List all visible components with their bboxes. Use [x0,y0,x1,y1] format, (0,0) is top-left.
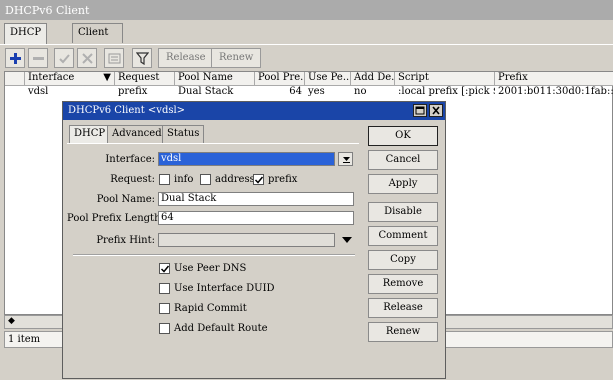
column-header-request[interactable]: Request [115,72,175,85]
cross-icon [82,53,93,64]
maximize-icon [415,106,425,115]
minus-icon [33,57,44,60]
cell-request: prefix [118,86,148,97]
cell-script: :local prefix [:pick $... [398,86,495,97]
add-default-route-checkbox[interactable] [159,323,170,334]
renew-button[interactable]: Renew [368,322,438,342]
dropdown-icon: ▼ [103,72,111,83]
rapid-commit-checkbox[interactable] [159,303,170,314]
request-label: Request: [110,174,155,185]
cell-use-peer: yes [308,86,325,97]
column-header-pool-name[interactable]: Pool Name [175,72,255,85]
apply-button[interactable]: Apply [368,174,438,194]
interface-label: Interface: [105,154,155,165]
table-row[interactable]: vdsl prefix Dual Stack 64 yes no :local … [5,86,613,99]
remove-button[interactable]: Remove [368,274,438,294]
item-count: 1 item [8,334,41,345]
toolbar: Release Renew [0,44,613,72]
dialog-tab-dhcp[interactable]: DHCP [69,125,111,144]
disable-button[interactable]: Disable [368,202,438,222]
add-button[interactable] [5,48,25,68]
close-icon [432,106,440,115]
cell-interface: vdsl [28,86,49,97]
dialog-tab-status[interactable]: Status [162,125,205,143]
release-button[interactable]: Release [368,298,438,318]
interface-dropdown-button[interactable] [338,152,353,166]
close-button[interactable] [429,104,443,117]
table-header: Interface ▼ Request Pool Name Pool Pre..… [5,72,613,86]
dhcpv6-client-dialog: DHCPv6 Client <vdsl> DHCP Advanced Statu… [62,101,446,379]
filter-button[interactable] [132,48,152,68]
expand-arrow-icon[interactable] [341,235,353,245]
renew-button[interactable]: Renew [211,48,262,68]
request-address-label: address [215,174,255,185]
request-info-checkbox[interactable] [159,174,170,185]
remove-button[interactable] [28,48,48,68]
dialog-titlebar[interactable]: DHCPv6 Client <vdsl> [63,102,445,120]
dialog-title: DHCPv6 Client <vdsl> [68,105,186,116]
cell-add-default: no [354,86,367,97]
scroll-left-icon[interactable]: ◆ [8,316,15,326]
checkmark-icon [160,265,170,273]
check-icon [59,54,70,64]
column-header-pool-prefix[interactable]: Pool Pre... [255,72,305,85]
comment-icon [108,53,121,64]
tab-dhcp-client[interactable]: DHCP Client [4,23,48,56]
use-peer-dns-label: Use Peer DNS [174,263,247,274]
request-prefix-checkbox[interactable] [253,174,264,185]
pool-name-input[interactable]: Dual Stack [158,192,354,206]
checkmark-icon [254,176,264,184]
cell-pool-name: Dual Stack [178,86,234,97]
column-header-label: Interface [28,72,75,83]
use-peer-dns-checkbox[interactable] [159,263,170,274]
pool-prefix-length-label: Pool Prefix Length: [67,213,164,224]
tab-client-options[interactable]: Client Options [72,23,124,56]
use-interface-duid-checkbox[interactable] [159,283,170,294]
cell-prefix: 2001:b011:30d0:1fab::/64 [498,86,613,97]
comment-button[interactable]: Comment [368,226,438,246]
column-header-add-default[interactable]: Add De... [351,72,395,85]
add-default-route-label: Add Default Route [174,323,268,334]
comment-button[interactable] [104,48,124,68]
interface-select[interactable]: vdsl [158,152,335,166]
release-button[interactable]: Release [158,48,214,68]
request-prefix-label: prefix [268,174,298,185]
maximize-button[interactable] [413,104,427,117]
filter-icon [136,52,149,65]
rapid-commit-label: Rapid Commit [174,303,247,314]
prefix-hint-input[interactable] [158,233,335,247]
column-header-use-peer[interactable]: Use Pe... [305,72,351,85]
column-header-interface[interactable]: Interface ▼ [25,72,115,85]
dropdown-arrow-icon [343,157,350,163]
column-header-script[interactable]: Script [395,72,495,85]
disable-button[interactable] [77,48,97,68]
cancel-button[interactable]: Cancel [368,150,438,170]
pool-name-label: Pool Name: [96,194,155,205]
dialog-tab-advanced[interactable]: Advanced [107,125,167,143]
column-header-marker [5,72,25,85]
separator [73,254,355,256]
dhcp-panel: Interface: vdsl Request: info address pr… [67,143,359,380]
column-header-prefix[interactable]: Prefix [495,72,613,85]
request-address-checkbox[interactable] [200,174,211,185]
prefix-hint-label: Prefix Hint: [96,235,155,246]
cell-pool-prefix: 64 [289,86,302,97]
window-title: DHCPv6 Client [5,4,90,17]
enable-button[interactable] [54,48,74,68]
use-interface-duid-label: Use Interface DUID [174,283,275,294]
ok-button[interactable]: OK [368,126,438,146]
request-info-label: info [174,174,194,185]
pool-prefix-length-input[interactable]: 64 [158,211,354,225]
window-titlebar: DHCPv6 Client [0,0,613,20]
copy-button[interactable]: Copy [368,250,438,270]
plus-icon [10,53,21,64]
